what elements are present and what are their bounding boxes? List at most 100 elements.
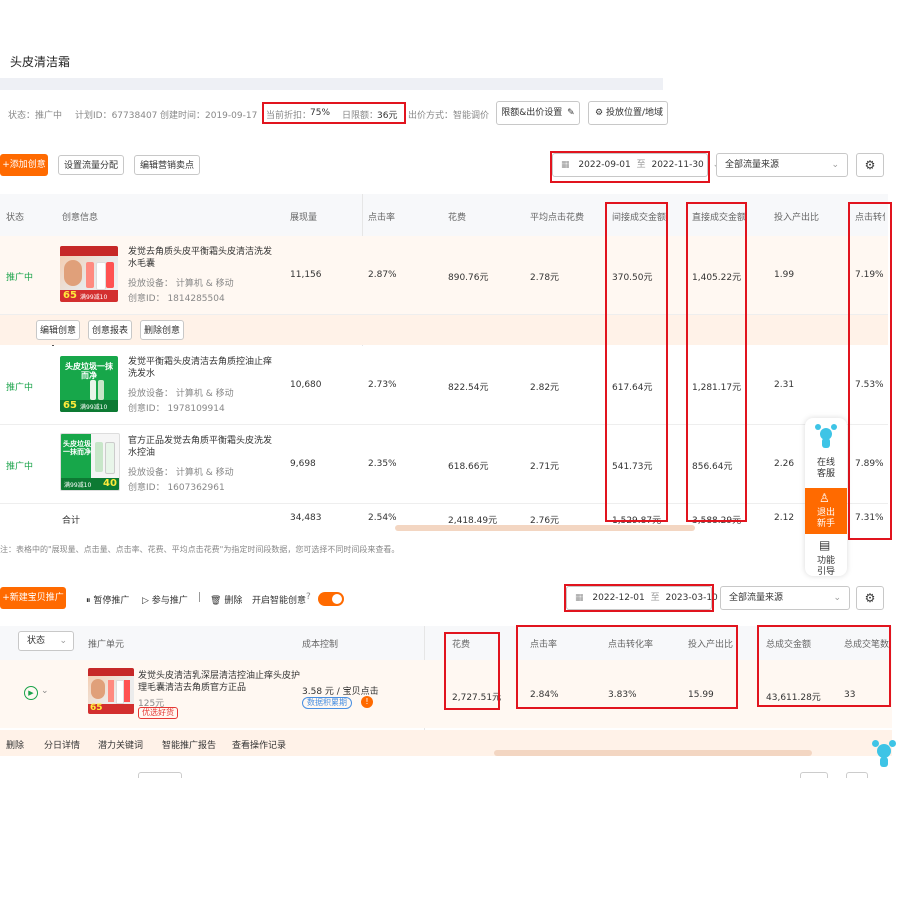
status-filter-label: 状态 [27, 636, 46, 646]
promo-unit-title[interactable]: 发觉头皮清洁乳深层清洁控油止痒头皮护理毛囊清洁去角质官方正品 [138, 670, 300, 694]
feature-guide-link[interactable]: ▤ 功能引导 [805, 538, 847, 576]
quit-newbie-label: 退出新手 [816, 508, 835, 529]
limit-bid-settings-button[interactable]: 限额&出价设置 ✎ [496, 101, 580, 125]
operation-log-action[interactable]: 查看操作记录 [232, 738, 286, 751]
product-image[interactable]: 65 满99减10 [60, 246, 118, 302]
th-impressions: 展现量 [290, 213, 318, 223]
pause-promo-button[interactable]: ⏸ 暂停推广 [86, 593, 129, 606]
cell-click-conversion: 7.53% [855, 380, 884, 390]
th-roi-2: 投入产出比 [688, 640, 734, 650]
cell-ctr: 2.35% [368, 459, 397, 469]
pause-promo-label: 暂停推广 [93, 596, 130, 606]
edit-icon: ✎ [567, 108, 575, 118]
date-separator: 至 [650, 593, 660, 603]
location-region-button[interactable]: ⚙ 投放位置/地域 [588, 101, 668, 125]
warning-icon: ! [361, 696, 373, 708]
product-image[interactable]: 头皮垃圾一抹而净 满99减10 40 [60, 433, 120, 491]
cell-indirect-gmv: 370.50元 [612, 273, 653, 283]
date-range-picker-2[interactable]: ▦ 2022-12-01 至 2023-03-10 ⌄ [566, 586, 734, 610]
cell-cost: 822.54元 [448, 383, 489, 393]
creative-device: 投放设备： 计算机 & 移动 [128, 468, 234, 478]
delete-promo-button[interactable]: 🗑 删除 [210, 593, 242, 606]
traffic-source-value: 全部流量来源 [729, 593, 784, 603]
th-indirect-gmv: 间接成交金额 [612, 213, 667, 223]
traffic-source-select-2[interactable]: 全部流量来源 ⌄ [720, 586, 850, 610]
creative-id: 创意ID： 1978109914 [128, 404, 225, 414]
creative-device: 投放设备： 计算机 & 移动 [128, 279, 234, 289]
plan-info-bar: 状态：推广中 计划ID：67738407 创建时间：2019-09-17 当前折… [0, 100, 668, 126]
online-service-link[interactable]: 在线客服 [813, 458, 839, 480]
th-cost: 花费 [448, 213, 467, 223]
cell-roi: 2.26 [774, 459, 795, 469]
creative-id: 创意ID： 1814285504 [128, 294, 225, 304]
chevron-down-icon[interactable]: ⌄ [41, 686, 49, 696]
row-status: 推广中 [6, 383, 34, 393]
image-promo-text: 满99减10 [80, 294, 108, 301]
th-cost-control: 成本控制 [302, 640, 339, 650]
mascot-icon[interactable] [872, 738, 896, 768]
plan-created: 创建时间：2019-09-17 [160, 111, 258, 121]
th-ctr: 点击率 [368, 213, 396, 223]
pause-icon: ⏸ [86, 596, 91, 606]
product-image[interactable]: 头皮垃圾一抹而净 65 满99减10 [60, 356, 118, 412]
play-circle-icon[interactable]: ▶ [24, 686, 38, 700]
settings-button[interactable]: ⚙ [856, 153, 884, 177]
th-avg-cpc: 平均点击花费 [530, 213, 585, 223]
join-promo-button[interactable]: ▷ 参与推广 [142, 593, 188, 606]
cell-total-gmv: 43,611.28元 [766, 693, 821, 703]
date-from: 2022-09-01 [578, 160, 631, 170]
th-total-gmv: 总成交金额 [766, 640, 812, 650]
delete-creative-button[interactable]: 删除创意 [140, 320, 184, 340]
image-promo-text: 满99减10 [80, 404, 108, 411]
cell-cost: 618.66元 [448, 462, 489, 472]
creative-title[interactable]: 官方正品发觉去角质平衡霜头皮洗发水控油 [128, 435, 278, 459]
cell-impressions: 9,698 [290, 459, 316, 469]
chevron-down-icon: ⌄ [831, 160, 839, 170]
table-note: 注：表格中的"展现量、点击量、点击率、花费、平均点击花费"为指定时间段数据，您可… [0, 545, 400, 554]
daily-detail-action[interactable]: 分日详情 [44, 738, 80, 751]
user-icon: ♙ [819, 491, 830, 505]
table-row: ▶ ⌄ 65 发觉头皮清洁乳深层清洁控油止痒头皮护理毛囊清洁去角质官方正品 12… [0, 660, 892, 728]
location-region-label: 投放位置/地域 [605, 108, 663, 118]
th-cost-2: 花费 [452, 640, 471, 650]
quit-newbie-button[interactable]: ♙ 退出新手 [805, 488, 847, 534]
smart-creative-toggle[interactable] [318, 592, 344, 606]
horizontal-scrollbar-2[interactable] [494, 750, 812, 756]
date-to: 2022-11-30 [651, 160, 704, 170]
potential-keywords-action[interactable]: 潜力关键词 [98, 738, 143, 751]
total-click-conversion: 7.31% [855, 513, 884, 523]
smart-promo-report-action[interactable]: 智能推广报告 [162, 738, 216, 751]
traffic-source-select[interactable]: 全部流量来源 ⌄ [716, 153, 848, 177]
gear-icon: ⚙ [595, 108, 604, 118]
horizontal-scrollbar[interactable] [395, 525, 695, 531]
row-actions-bar: 编辑创意 创意报表 删除创意 [0, 315, 888, 345]
status-filter-select[interactable]: 状态 ⌄ [18, 631, 74, 651]
delete-promo-label: 删除 [224, 596, 243, 606]
edit-selling-button[interactable]: 编辑营销卖点 [134, 155, 200, 175]
date-separator: 至 [636, 160, 646, 170]
image-headline: 头皮垃圾一抹而净 [65, 362, 113, 380]
add-creative-button[interactable]: +添加创意 [0, 154, 48, 176]
image-price-badge: 65 [90, 703, 103, 713]
new-promo-button[interactable]: +新建宝贝推广 [0, 587, 66, 609]
table2-header [0, 626, 892, 660]
delete-action[interactable]: 删除 [6, 738, 24, 751]
creative-title[interactable]: 发觉去角质头皮平衡霜头皮清洁洗发水毛囊 [128, 246, 278, 270]
cell-roi: 2.31 [774, 380, 795, 390]
cell-impressions: 10,680 [290, 380, 322, 390]
budget-label: 日限额： [342, 111, 379, 121]
date-to: 2023-03-10 [665, 593, 718, 603]
creative-title[interactable]: 发觉平衡霜头皮清洁去角质控油止痒洗发水 [128, 356, 278, 380]
cell-click-conversion: 7.19% [855, 270, 884, 280]
cell-cost: 890.76元 [448, 273, 489, 283]
th-promo-unit: 推广单元 [88, 640, 125, 650]
edit-creative-button[interactable]: 编辑创意 [36, 320, 80, 340]
set-traffic-button[interactable]: 设置流量分配 [58, 155, 124, 175]
creative-report-button[interactable]: 创意报表 [88, 320, 132, 340]
product-image[interactable]: 65 [88, 668, 134, 714]
feature-guide-label: 功能引导 [816, 556, 835, 576]
date-range-picker[interactable]: ▦ 2022-09-01 至 2022-11-30 ⌄ [552, 153, 720, 177]
cell-cvr-2: 3.83% [608, 690, 637, 700]
cell-direct-gmv: 1,405.22元 [692, 273, 742, 283]
settings-button-2[interactable]: ⚙ [856, 586, 884, 610]
